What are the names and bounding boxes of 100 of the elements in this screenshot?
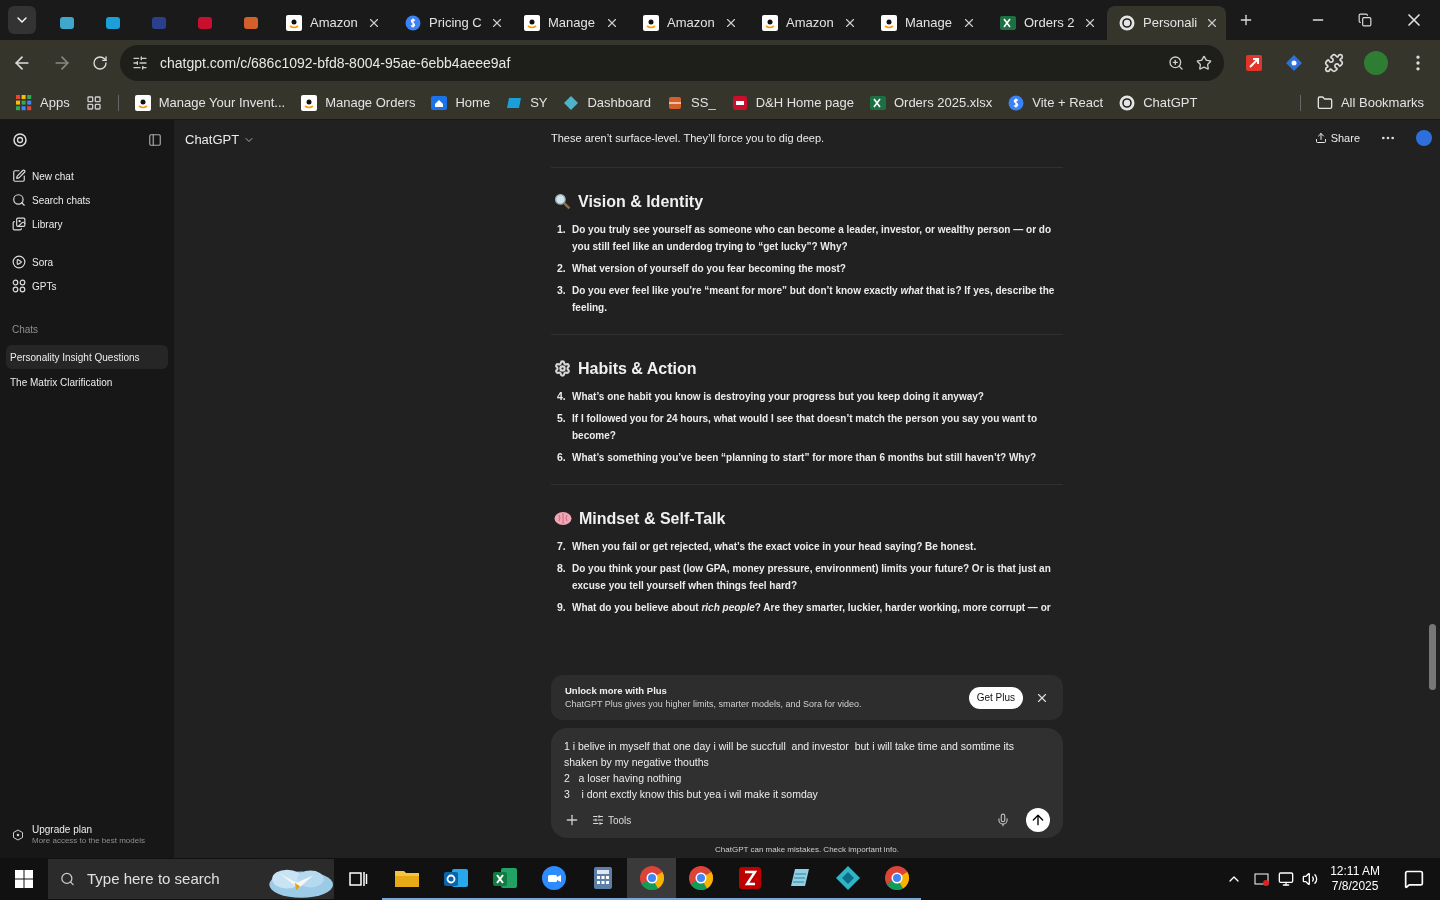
profile-avatar[interactable] [1364, 51, 1388, 75]
bookmark[interactable]: Dashboard [563, 92, 652, 113]
chat-history-item[interactable]: Personality Insight Questions [6, 345, 168, 369]
task-view-icon[interactable] [348, 869, 368, 889]
close-icon[interactable] [843, 16, 857, 30]
question-text: What version of yourself do you fear becoming the most? [572, 261, 846, 276]
reload-icon[interactable] [92, 55, 108, 71]
tab-title: Orders 2 [1024, 14, 1075, 33]
taskbar-app[interactable] [627, 858, 676, 900]
bookmark[interactable]: ChatGPT [1119, 92, 1198, 113]
new-tab-icon[interactable] [1238, 12, 1254, 28]
section-heading: Vision & Identity [578, 191, 704, 212]
tools-icon [592, 814, 604, 826]
question-text: Do you think your past (low GPA, money pressure, environment) limits your future? Or is that just an excuse you tell yourself when things feel hard? [572, 561, 1052, 593]
add-icon[interactable] [564, 812, 580, 828]
logo-icon[interactable] [12, 132, 28, 148]
upgrade-icon [12, 828, 24, 841]
sidebar-nav-item[interactable]: New chat [6, 164, 168, 188]
clock[interactable]: 12:11 AM 7/8/2025 [1330, 864, 1380, 894]
clock-date: 7/8/2025 [1331, 879, 1379, 894]
banner-text: ChatGPT Plus gives you higher limits, smarter models, and Sora for video. [565, 697, 863, 711]
spreadsheet-icon [1000, 15, 1016, 31]
browser-icon[interactable] [637, 864, 666, 892]
bookmark-star-icon[interactable] [1196, 55, 1212, 71]
question-text: Do you truly see yourself as someone who can become a leader, investor, or wealthy person — or do you still feel like an underdog trying to “get lucky”? Why? [572, 222, 1053, 254]
zoom-icon[interactable] [1168, 55, 1184, 71]
bookmark[interactable]: SS_ [667, 92, 716, 113]
disclaimer-text: ChatGPT can make mistakes. Check important info. [714, 844, 900, 856]
magnifier-icon [554, 193, 571, 210]
browser-tab[interactable]: Amazon [750, 6, 869, 40]
site-icon [731, 94, 748, 111]
tray-alert-icon[interactable] [1254, 871, 1271, 887]
bookmark[interactable]: Orders 2025.xlsx [869, 92, 993, 113]
diamond-extension-icon[interactable] [1284, 53, 1304, 73]
search-input[interactable]: Type here to search [87, 867, 247, 891]
arrow-extension-icon[interactable] [1244, 53, 1264, 73]
share-button[interactable]: Share [1314, 130, 1360, 147]
sidebar-nav-item[interactable]: Library [6, 212, 168, 236]
chat-history-item[interactable]: The Matrix Clarification [6, 370, 168, 394]
tab-groups-icon[interactable] [85, 94, 102, 111]
restore-icon[interactable] [1358, 13, 1372, 27]
tab-title: Pricing C [429, 14, 482, 33]
get-plus-button[interactable]: Get Plus [968, 686, 1023, 709]
search-icon [12, 193, 26, 207]
bookmark[interactable]: Vite + React [1008, 92, 1104, 113]
close-icon[interactable] [962, 16, 976, 30]
apps-shortcut[interactable]: Apps [16, 92, 70, 113]
site-info-icon[interactable] [132, 55, 148, 71]
browser-tab[interactable]: Personali [1107, 6, 1226, 40]
browser-tab[interactable]: Pricing C [393, 6, 512, 40]
list-number: 6. [556, 449, 567, 465]
upgrade-plan-button[interactable]: Upgrade plan More access to the best models [6, 823, 168, 846]
browser-tab[interactable]: Manage [512, 6, 631, 40]
bookmark[interactable]: Manage Your Invent... [134, 92, 286, 113]
close-icon[interactable] [605, 16, 619, 30]
close-icon[interactable] [724, 16, 738, 30]
message-composer[interactable] [551, 728, 1063, 838]
home-icon [431, 94, 448, 111]
model-selector[interactable]: ChatGPT [185, 130, 551, 150]
images-icon [12, 217, 26, 231]
bookmark[interactable]: Home [431, 92, 491, 113]
all-bookmarks[interactable]: All Bookmarks [1316, 92, 1424, 113]
notifications-icon[interactable] [1404, 869, 1424, 889]
address-bar[interactable]: chatgpt.com/c/686c1092-bfd8-8004-95ae-6ebb4aeee9af [120, 45, 1224, 81]
close-icon[interactable] [367, 16, 381, 30]
tab-title: Manage [548, 14, 596, 33]
bookmark[interactable]: SY [506, 92, 548, 113]
sidebar-nav-item[interactable]: GPTs [6, 274, 168, 298]
spreadsheet-icon [869, 94, 886, 111]
bookmark[interactable]: Manage Orders [301, 92, 416, 113]
clock-time: 12:11 AM [1330, 864, 1380, 879]
user-avatar[interactable] [1416, 130, 1432, 147]
list-number: 5. [556, 410, 567, 426]
tab-search-button[interactable] [8, 6, 36, 34]
sidebar-nav-item[interactable]: Search chats [6, 188, 168, 212]
network-icon[interactable] [1278, 871, 1295, 887]
scrollbar-thumb[interactable] [1429, 624, 1436, 690]
browser-icon[interactable] [686, 864, 715, 892]
tools-button[interactable]: Tools [592, 812, 632, 828]
box-icon [667, 94, 684, 111]
sidebar-nav-item[interactable]: Sora [6, 250, 168, 274]
bookmark[interactable]: D&H Home page [731, 92, 854, 113]
gear-icon [554, 360, 571, 377]
browser-tab[interactable]: Amazon [631, 6, 750, 40]
browser-tab[interactable]: Orders 2 [988, 6, 1107, 40]
video-app-icon[interactable] [539, 864, 568, 892]
browser-tab[interactable]: Manage [869, 6, 988, 40]
share-icon [1314, 132, 1327, 145]
sidebar-toggle-icon[interactable] [148, 133, 162, 147]
brain-icon [554, 511, 572, 526]
volume-icon[interactable] [1302, 871, 1319, 887]
list-number: 4. [556, 388, 567, 404]
start-icon[interactable] [14, 869, 34, 889]
microphone-icon[interactable] [996, 813, 1010, 827]
extensions-icon[interactable] [1324, 53, 1344, 73]
browser-tab[interactable]: Amazon [274, 6, 393, 40]
send-button[interactable] [1026, 808, 1050, 832]
browser-icon[interactable] [882, 864, 911, 892]
taskbar-search-field[interactable]: Type here to search [48, 859, 334, 899]
play-icon [12, 255, 26, 269]
